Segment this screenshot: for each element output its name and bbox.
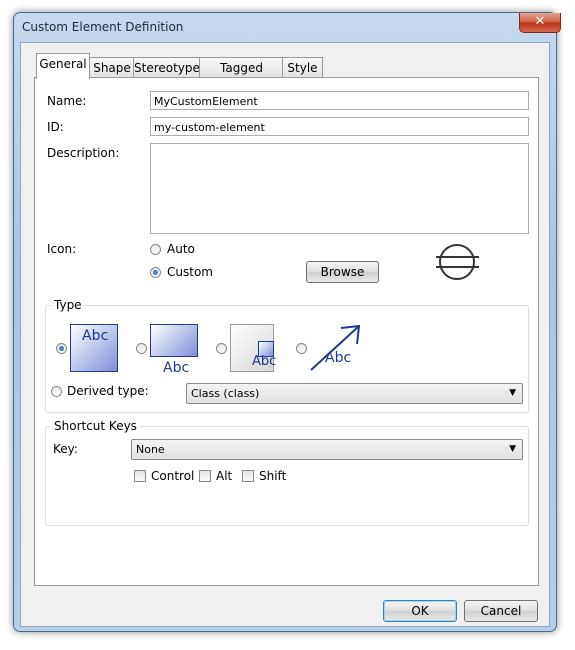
type-option-radio-4[interactable]	[296, 343, 307, 354]
shift-checkbox[interactable]	[242, 470, 254, 482]
box-with-port-icon[interactable]: Abc	[230, 324, 277, 372]
chevron-down-icon: ▼	[509, 388, 516, 398]
type-option-text-2: Abc	[163, 360, 190, 376]
ok-button[interactable]: OK	[383, 600, 457, 622]
description-label: Description:	[47, 146, 120, 160]
type-option-radio-3[interactable]	[216, 343, 227, 354]
id-label: ID:	[47, 120, 64, 134]
type-option-text-4: Abc	[325, 350, 352, 366]
control-checkbox[interactable]	[134, 470, 146, 482]
close-button[interactable]: ✕	[519, 13, 561, 33]
shortcut-keys-legend: Shortcut Keys	[51, 419, 140, 433]
shift-label[interactable]: Shift	[259, 469, 286, 483]
general-panel: Name: MyCustomElement ID: my-custom-elem…	[34, 77, 539, 586]
control-label[interactable]: Control	[151, 469, 194, 483]
icon-label: Icon:	[47, 242, 77, 256]
tab-general[interactable]: General	[36, 53, 90, 79]
icon-auto-label[interactable]: Auto	[167, 242, 195, 256]
chevron-down-icon: ▼	[509, 444, 516, 454]
key-select[interactable]: None ▼	[131, 439, 523, 460]
cancel-button[interactable]: Cancel	[464, 600, 538, 622]
icon-custom-radio[interactable]	[150, 267, 161, 278]
id-field[interactable]: my-custom-element	[150, 117, 529, 136]
window-title: Custom Element Definition	[22, 20, 184, 34]
description-field[interactable]	[150, 143, 529, 234]
alt-checkbox[interactable]	[199, 470, 211, 482]
browse-button[interactable]: Browse	[306, 261, 379, 283]
derived-type-label[interactable]: Derived type:	[67, 384, 149, 398]
class-style-abc-icon[interactable]: Abc	[70, 324, 118, 372]
derived-type-value: Class (class)	[191, 387, 260, 400]
dialog-client: General Shape Stereotypes Tagged Values …	[20, 42, 550, 627]
name-field[interactable]: MyCustomElement	[150, 91, 529, 110]
arrow-abc-icon[interactable]	[307, 322, 367, 374]
icon-auto-radio[interactable]	[150, 244, 161, 255]
tab-shape[interactable]: Shape	[89, 57, 135, 78]
type-option-radio-1[interactable]	[56, 343, 67, 354]
dialog-window: Custom Element Definition ✕ General Shap…	[13, 12, 561, 632]
type-option-radio-2[interactable]	[136, 343, 147, 354]
tab-style[interactable]: Style	[282, 57, 323, 78]
type-option-text-1: Abc	[82, 328, 109, 344]
derived-type-select[interactable]: Class (class) ▼	[186, 383, 523, 404]
type-legend: Type	[51, 298, 85, 312]
key-label: Key:	[53, 442, 78, 456]
close-icon[interactable]: ✕	[535, 14, 546, 29]
alt-label[interactable]: Alt	[216, 469, 232, 483]
icon-custom-label[interactable]: Custom	[167, 265, 213, 279]
type-option-text-3: Abc	[252, 354, 277, 369]
derived-type-radio[interactable]	[51, 386, 62, 397]
tab-stereotypes[interactable]: Stereotypes	[133, 57, 206, 78]
key-value: None	[136, 443, 165, 456]
name-label: Name:	[47, 94, 87, 108]
circle-bar-icon	[436, 244, 479, 280]
tab-tagged-values[interactable]: Tagged Values	[199, 57, 284, 95]
box-label-below-icon[interactable]	[150, 324, 198, 357]
